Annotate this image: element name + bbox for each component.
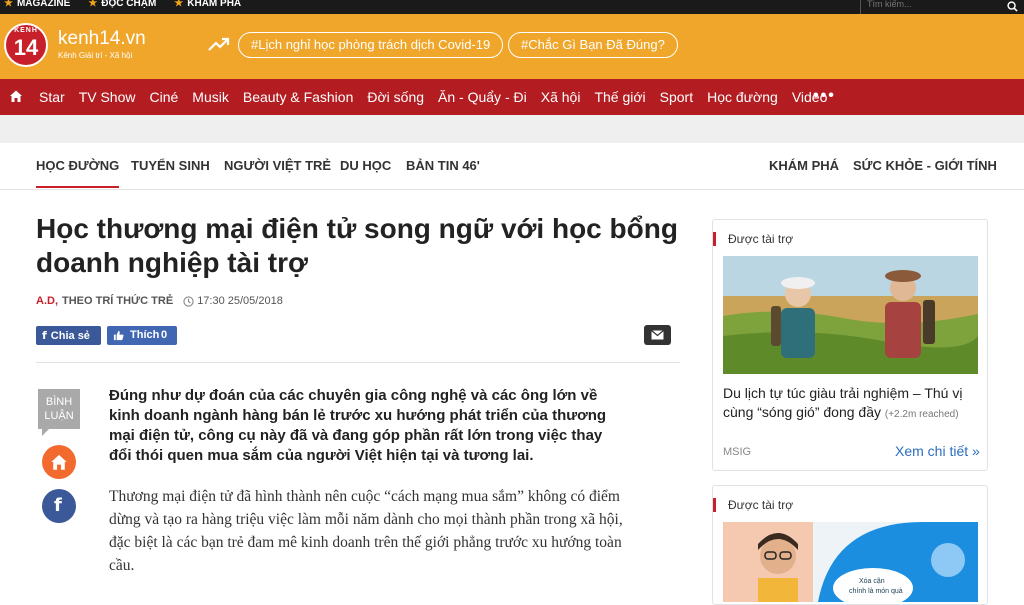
facebook-round-share-button[interactable]: f (42, 489, 76, 523)
article-body-paragraph: Thương mại điện tử đã hình thành nên cuộ… (109, 488, 623, 574)
nav-item-the-gioi[interactable]: Thế giới (594, 89, 645, 105)
nav-item-beauty-fashion[interactable]: Beauty & Fashion (243, 89, 354, 105)
subnav-suc-khoe-gioi-tinh[interactable]: SỨC KHỎE - GIỚI TÍNH (853, 158, 997, 173)
like-count: 0 (161, 329, 168, 341)
top-link-doc-cham[interactable]: ★ ĐỌC CHẬM (88, 0, 156, 9)
travel-photo (723, 256, 978, 374)
star-icon: ★ (88, 0, 98, 9)
see-details-link[interactable]: Xem chi tiết » (895, 443, 980, 459)
category-subnav: HỌC ĐƯỜNG TUYỂN SINH NGƯỜI VIỆT TRẺ DU H… (0, 143, 1024, 190)
sponsored-image[interactable] (723, 256, 978, 374)
top-link-label: ĐỌC CHẬM (101, 0, 157, 9)
nav-item-star[interactable]: Star (39, 89, 65, 105)
clock-icon (183, 295, 194, 307)
home-icon (51, 454, 67, 470)
star-icon: ★ (174, 0, 184, 9)
site-name[interactable]: kenh14.vn (58, 28, 146, 50)
sponsored-title[interactable]: Du lịch tự túc giàu trải nghiệm – Thú vị… (723, 384, 979, 424)
logo-top-text: KENH (14, 27, 38, 34)
comment-button[interactable]: BÌNH LUẬN (38, 389, 80, 436)
subnav-ban-tin-46[interactable]: BẢN TIN 46' (406, 158, 480, 173)
main-nav: Star TV Show Ciné Musik Beauty & Fashion… (0, 79, 1024, 115)
subnav-nguoi-viet-tre[interactable]: NGƯỜI VIỆT TRẺ (224, 158, 331, 173)
article-source[interactable]: THEO TRÍ THỨC TRẺ (62, 295, 173, 307)
top-links: ★ MAGAZINE ★ ĐỌC CHẬM ★ KHÁM PHÁ (4, 0, 241, 9)
trend-tag-covid[interactable]: #Lịch nghỉ học phòng trách dịch Covid-19 (238, 32, 504, 58)
trending-icon (208, 37, 230, 51)
email-share-button[interactable] (644, 325, 671, 345)
nav-item-hoc-duong[interactable]: Học đường (707, 89, 778, 105)
search-box (860, 0, 1024, 14)
star-icon: ★ (4, 0, 13, 9)
ad-image-text: Xóa cận (859, 578, 885, 585)
reach-count: (+2.2m reached) (884, 409, 959, 420)
subnav-tuyen-sinh[interactable]: TUYỂN SINH (131, 158, 210, 173)
site-header: KENH 14 kenh14.vn Kênh Giải trí - Xã hội… (0, 14, 1024, 79)
sponsor-brand: MSIG (723, 446, 752, 458)
top-link-kham-pha[interactable]: ★ KHÁM PHÁ (174, 0, 241, 9)
nav-item-cine[interactable]: Ciné (150, 89, 179, 105)
sponsored-card[interactable]: Được tài trợ Du lịch tự túc giàu trải ng… (712, 219, 988, 471)
subnav-du-hoc[interactable]: DU HỌC (340, 158, 391, 173)
nav-item-doi-song[interactable]: Đời sống (367, 89, 424, 105)
facebook-icon: f (54, 495, 62, 516)
subnav-kham-pha[interactable]: KHÁM PHÁ (769, 158, 839, 173)
site-logo[interactable]: KENH 14 (4, 23, 48, 67)
comment-label-line1: BÌNH (45, 396, 73, 408)
home-icon[interactable] (9, 89, 23, 103)
site-tagline: Kênh Giải trí - Xã hội (58, 51, 133, 60)
sponsored-card-2[interactable]: Được tài trợ Xóa cận chính là món quà (712, 485, 988, 605)
home-share-button[interactable] (42, 445, 76, 479)
top-link-magazine[interactable]: ★ MAGAZINE (4, 0, 70, 9)
sponsored-label: Được tài trợ (713, 498, 793, 512)
comment-label-line2: LUẬN (44, 410, 74, 422)
nav-more-button[interactable]: ••• (813, 87, 836, 105)
sponsored-label: Được tài trợ (713, 232, 793, 246)
ad-spacer (0, 115, 1024, 143)
thumbs-up-icon (113, 330, 124, 341)
like-label: Thích (130, 329, 160, 341)
top-link-label: MAGAZINE (16, 0, 71, 9)
top-link-label: KHÁM PHÁ (187, 0, 242, 9)
nav-item-tv-show[interactable]: TV Show (79, 89, 136, 105)
nav-item-an-quay-di[interactable]: Ăn - Quẩy - Đi (438, 89, 527, 105)
article-author: A.D, (36, 295, 58, 307)
trend-tag-chac-gi[interactable]: #Chắc Gì Bạn Đã Đúng? (508, 32, 678, 58)
search-icon[interactable] (1007, 1, 1018, 12)
sponsored-image-2[interactable]: Xóa cận chính là món quà (723, 522, 978, 602)
share-label: Chia sẻ (50, 330, 90, 342)
article-title: Học thương mại điện tử song ngữ với học … (36, 213, 678, 278)
envelope-icon (651, 330, 664, 340)
article-time: 17:30 25/05/2018 (197, 295, 283, 307)
nav-item-sport[interactable]: Sport (660, 89, 693, 105)
facebook-like-button[interactable]: Thích 0 (107, 326, 177, 345)
facebook-icon: f (42, 329, 47, 342)
article-lead: Đúng như dự đoán của các chuyên gia công… (109, 387, 607, 464)
facebook-share-button[interactable]: f Chia sẻ (36, 326, 101, 345)
nav-item-xa-hoi[interactable]: Xã hội (541, 89, 581, 105)
divider (36, 362, 680, 363)
logo-number: 14 (13, 35, 39, 60)
top-utility-bar: ★ MAGAZINE ★ ĐỌC CHẬM ★ KHÁM PHÁ (0, 0, 1024, 14)
nav-item-musik[interactable]: Musik (192, 89, 229, 105)
article-meta: A.D, THEO TRÍ THỨC TRẺ 17:30 25/05/2018 (36, 295, 283, 307)
search-input[interactable] (867, 0, 997, 11)
subnav-hoc-duong[interactable]: HỌC ĐƯỜNG (36, 158, 120, 188)
